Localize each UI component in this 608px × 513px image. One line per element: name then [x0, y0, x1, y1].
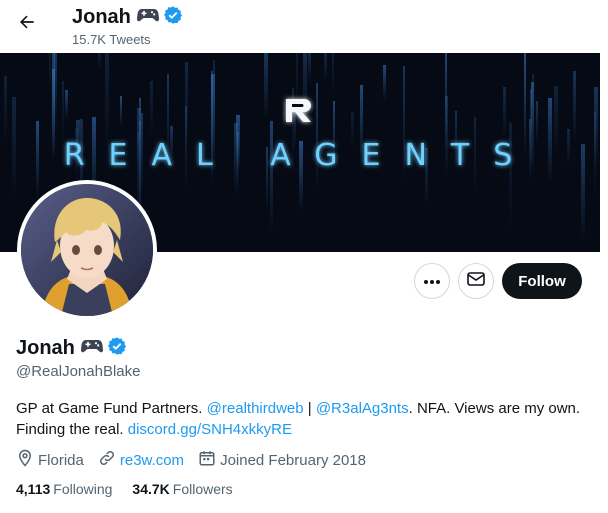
bio-text: . NFA. Views are my own. — [408, 400, 581, 417]
avatar[interactable] — [17, 180, 157, 320]
back-button[interactable] — [10, 7, 44, 41]
location-text: Florida — [38, 451, 84, 469]
top-bar: Jonah 15.7K Tweets — [0, 0, 608, 53]
location-item: Florida — [16, 449, 84, 471]
followers-count: 34.7K — [132, 481, 170, 497]
back-arrow-icon — [17, 12, 37, 37]
bio-text: GP at Game Fund Partners. — [16, 400, 207, 417]
bio-text: Finding the real. — [16, 421, 128, 438]
joined-item: Joined February 2018 — [198, 449, 366, 471]
followers-count-link[interactable]: 34.7K Followers — [132, 481, 232, 497]
verified-badge-icon — [163, 5, 183, 30]
more-button[interactable] — [414, 263, 450, 299]
following-label: Following — [53, 481, 113, 497]
website-link[interactable]: re3w.com — [120, 452, 184, 469]
joined-text: Joined February 2018 — [220, 451, 366, 469]
bio-discord-link[interactable]: discord.gg/SNH4xkkyRE — [128, 421, 292, 438]
bio-mention-link[interactable]: @R3alAg3nts — [316, 400, 409, 417]
profile-actions: Follow — [414, 263, 582, 299]
header-name: Jonah — [72, 5, 131, 28]
profile-handle: @RealJonahBlake — [16, 363, 141, 380]
following-count: 4,113 — [16, 481, 51, 497]
bio-separator: | — [303, 400, 316, 417]
verified-badge-icon — [107, 336, 127, 361]
profile-bio: GP at Game Fund Partners. @realthirdweb … — [16, 398, 596, 440]
link-icon — [98, 449, 120, 471]
banner-text: REAL AGENTS — [64, 138, 537, 173]
gamepad-icon — [80, 338, 103, 359]
followers-label: Followers — [172, 481, 233, 497]
bio-mention-link[interactable]: @realthirdweb — [207, 400, 304, 417]
mail-icon — [467, 271, 485, 292]
profile-name-row: Jonah — [16, 336, 127, 361]
follow-button[interactable]: Follow — [502, 263, 582, 299]
message-button[interactable] — [458, 263, 494, 299]
following-count-link[interactable]: 4,113 Following — [16, 481, 112, 497]
location-icon — [16, 449, 38, 471]
more-icon — [423, 272, 441, 290]
profile-meta: Florida re3w.com Joined February 2018 — [16, 449, 380, 471]
avatar-image — [21, 184, 153, 316]
gamepad-icon — [136, 7, 159, 28]
website-item: re3w.com — [98, 449, 184, 471]
follow-counts: 4,113 Following 34.7K Followers — [16, 481, 253, 497]
profile-name: Jonah — [16, 337, 75, 359]
tweets-count: 15.7K Tweets — [72, 32, 151, 47]
calendar-icon — [198, 449, 220, 471]
